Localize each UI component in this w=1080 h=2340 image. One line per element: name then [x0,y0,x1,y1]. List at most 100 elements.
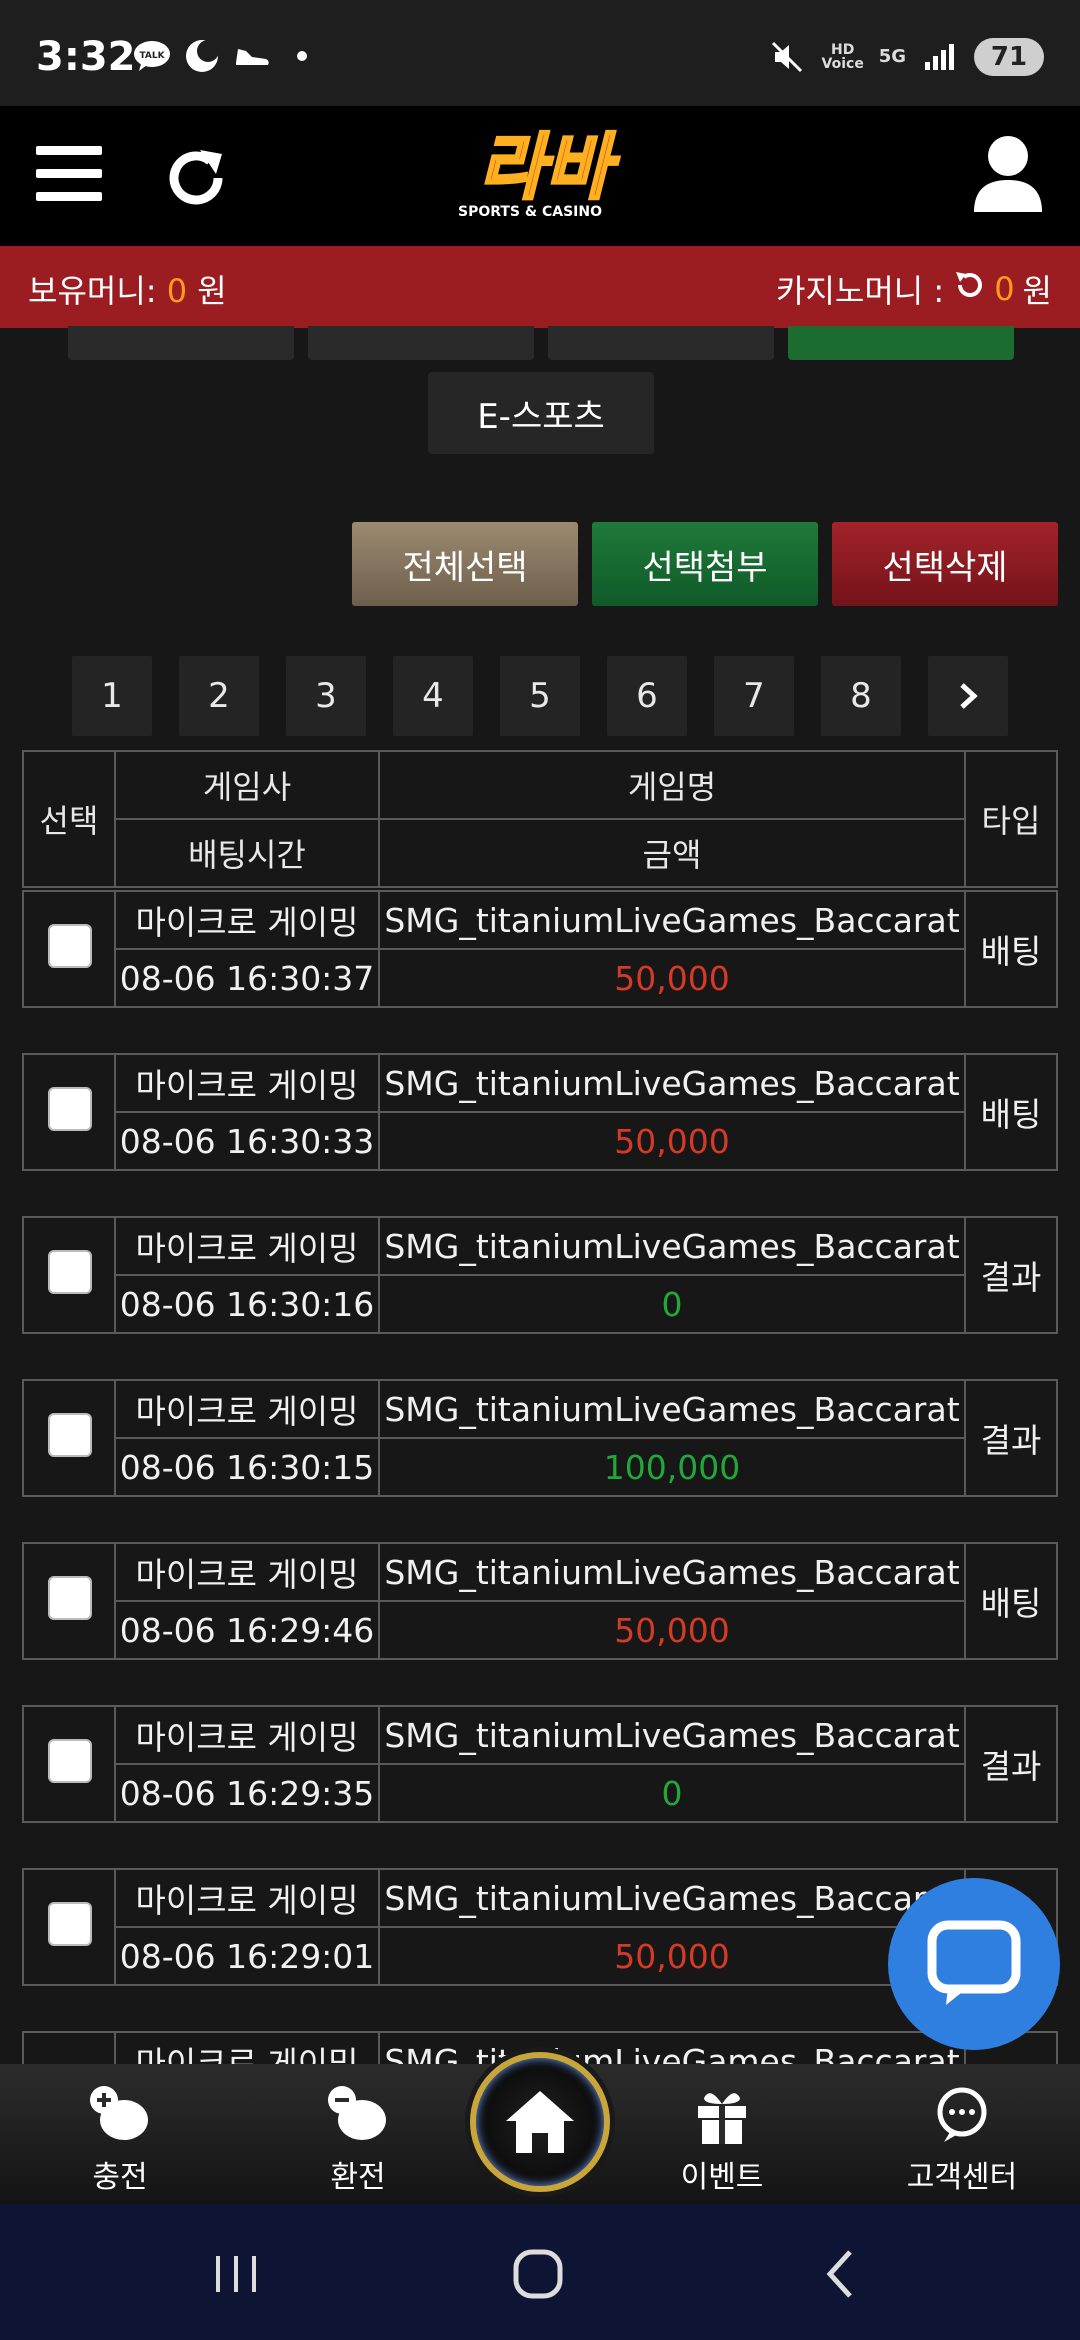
row-amount: 0 [661,1284,683,1324]
home-button[interactable] [470,2052,610,2192]
row-checkbox[interactable] [48,1413,92,1457]
row-checkbox[interactable] [48,1739,92,1783]
row-bet-time: 08-06 16:29:35 [119,1773,375,1813]
row-amount: 100,000 [603,1447,741,1487]
row-amount: 50,000 [614,1610,730,1650]
chat-bubble-icon [927,1920,1021,2005]
page-button[interactable]: 4 [393,656,473,736]
gift-icon [698,2093,746,2144]
table-row: 마이크로 게이밍 08-06 16:30:37 SMG_titaniumLiveGa… [22,890,1058,1008]
battery-icon: 71 [974,38,1044,76]
nav-exchange-label: 환전 [330,2160,386,2195]
row-checkbox[interactable] [48,1576,92,1620]
chat-button[interactable] [888,1878,1060,2050]
row-provider: 마이크로 게이밍 [135,1718,359,1757]
page-button[interactable]: 6 [607,656,687,736]
row-type: 결과 [980,1258,1042,1297]
status-system-icons: HD Voice 5G 71 [767,38,1044,76]
home-icon [506,2091,574,2153]
nav-charge[interactable]: 충전 [40,2082,200,2202]
hold-money: 보유머니: 0 원 [28,266,227,312]
table-row: 마이크로 게이밍 08-06 16:30:33 SMG_titaniumLiveGa… [22,1053,1058,1171]
status-bar: 3:32 TALK HD Voice 5G 71 [0,0,1080,106]
select-all-button[interactable]: 전체선택 [352,522,578,606]
row-bet-time: 08-06 16:30:33 [119,1121,375,1161]
dot-icon [282,38,322,74]
casino-money: 카지노머니 : 0 원 [776,266,1052,312]
page-button[interactable]: 5 [500,656,580,736]
row-bet-time: 08-06 16:29:46 [119,1610,375,1650]
row-game-name: SMG_titaniumLiveGames_Baccarat [384,1226,960,1266]
casino-money-unit: 원 [1022,272,1052,310]
refresh-icon[interactable] [160,142,232,214]
talk-icon: TALK [132,38,172,74]
row-amount: 50,000 [614,1936,730,1976]
category-button-active[interactable] [788,326,1014,360]
category-button[interactable] [308,326,534,360]
status-time: 3:32 [36,34,136,80]
chevron-right-icon [960,683,978,709]
header-bet-time: 배팅시간 [188,836,306,874]
nav-event[interactable]: 이벤트 [642,2082,802,2202]
header-select: 선택 [39,802,99,840]
table-header: 선택 게임사 배팅시간 게임명 금액 타입 [22,750,1058,888]
system-nav-bar [0,2204,1080,2340]
row-type: 배팅 [980,1584,1042,1623]
row-checkbox[interactable] [48,1250,92,1294]
table-row: 마이크로 게이밍 08-06 16:30:16 SMG_titaniumLiveGa… [22,1216,1058,1334]
header-provider: 게임사 [202,768,292,806]
svg-text:TALK: TALK [139,51,165,61]
row-game-name: SMG_titaniumLiveGames_Baccarat [384,1063,960,1103]
mute-icon [767,39,807,75]
nav-charge-label: 충전 [92,2160,148,2195]
category-button[interactable] [68,326,294,360]
row-bet-time: 08-06 16:30:37 [119,958,375,998]
site-logo[interactable]: 라바 SPORTS & CASINO [440,120,650,234]
row-type: 결과 [980,1421,1042,1460]
user-icon[interactable] [972,134,1044,214]
row-type: 배팅 [980,932,1042,971]
hold-money-unit: 원 [197,272,227,310]
home-nav-icon[interactable] [508,2244,568,2304]
row-provider: 마이크로 게이밍 [135,903,359,942]
table-row: 마이크로 게이밍 08-06 16:29:46 SMG_titaniumLiveGa… [22,1542,1058,1660]
support-headset-icon [937,2087,987,2142]
row-checkbox[interactable] [48,924,92,968]
pagination: 1 2 3 4 5 6 7 8 [72,656,1008,736]
page-button[interactable]: 2 [179,656,259,736]
casino-refresh-icon[interactable] [952,268,986,310]
app-header: 라바 SPORTS & CASINO [0,106,1080,246]
row-game-name: SMG_titaniumLiveGames_Baccarat [384,1715,960,1755]
row-game-name: SMG_titaniumLiveGames_Baccarat [384,900,960,940]
row-game-name: SMG_titaniumLiveGames_Baccarat [384,1389,960,1429]
row-amount: 50,000 [614,958,730,998]
nav-event-label: 이벤트 [680,2160,764,2195]
logo-main-text: 라바 [479,125,620,209]
category-esports-button[interactable]: E-스포츠 [428,372,654,454]
recent-apps-icon[interactable] [206,2244,266,2304]
page-button[interactable]: 7 [714,656,794,736]
row-type: 배팅 [980,1095,1042,1134]
attach-selected-button[interactable]: 선택첨부 [592,522,818,606]
next-page-button[interactable] [928,656,1008,736]
shoe-icon [232,38,272,74]
piggy-plus-icon [90,2086,148,2140]
header-amount: 금액 [642,836,702,874]
page-button[interactable]: 3 [286,656,366,736]
nav-support[interactable]: 고객센터 [882,2082,1042,2202]
table-row: 마이크로 게이밍 08-06 16:29:35 SMG_titaniumLiveGa… [22,1705,1058,1823]
row-provider: 마이크로 게이밍 [135,1392,359,1431]
row-checkbox[interactable] [48,1902,92,1946]
page-button[interactable]: 8 [821,656,901,736]
delete-selected-button[interactable]: 선택삭제 [832,522,1058,606]
nav-exchange[interactable]: 환전 [278,2082,438,2202]
row-checkbox[interactable] [48,1087,92,1131]
menu-icon[interactable] [36,144,104,204]
page-button[interactable]: 1 [72,656,152,736]
status-notification-icons: TALK [132,38,322,74]
row-bet-time: 08-06 16:29:01 [119,1936,375,1976]
row-game-name: SMG_titaniumLiveGames_Baccarat [384,1878,960,1918]
row-provider: 마이크로 게이밍 [135,1555,359,1594]
back-icon[interactable] [812,2244,872,2304]
category-button[interactable] [548,326,774,360]
